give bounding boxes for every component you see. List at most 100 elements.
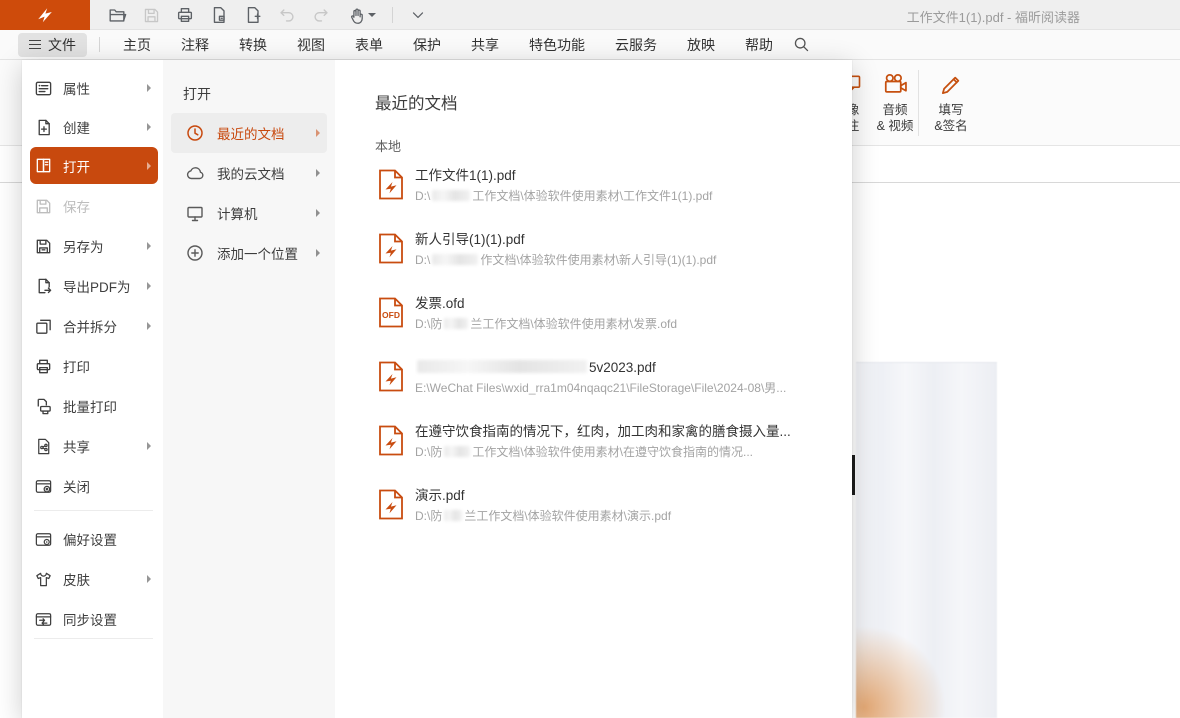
menu-item-save-as[interactable]: 另存为 xyxy=(30,226,158,266)
add-place-icon xyxy=(185,243,205,263)
menu-item-close[interactable]: 关闭 xyxy=(30,466,158,506)
save-as-icon xyxy=(34,237,53,256)
file-name: 工作文件1(1).pdf xyxy=(415,166,828,186)
title-bar: 工作文件1(1).pdf - 福昕阅读器 xyxy=(0,0,1180,30)
redo-icon[interactable] xyxy=(304,2,338,28)
app-logo[interactable] xyxy=(0,0,90,30)
menu-item-combine-split[interactable]: 合并拆分 xyxy=(30,306,158,346)
menu-item-save[interactable]: 保存 xyxy=(30,186,158,226)
submenu-arrow-icon xyxy=(147,282,151,290)
menu-item-properties[interactable]: 属性 xyxy=(30,68,158,108)
search-icon[interactable] xyxy=(792,35,811,54)
tab-form[interactable]: 表单 xyxy=(340,30,398,60)
tab-present[interactable]: 放映 xyxy=(672,30,730,60)
recent-file-item[interactable]: OFD 发票.ofd D:\防兰工作文档\体验软件使用素材\发票.ofd xyxy=(363,294,832,346)
menu-item-open[interactable]: 打开 xyxy=(30,147,158,184)
preferences-icon xyxy=(34,530,53,549)
submenu-arrow-icon xyxy=(316,169,320,177)
recent-file-item[interactable]: 5v2023.pdf E:\WeChat Files\wxid_rra1m04n… xyxy=(363,358,832,410)
clock-icon xyxy=(185,123,205,143)
tab-view[interactable]: 视图 xyxy=(282,30,340,60)
recent-file-item[interactable]: 演示.pdf D:\防兰工作文档\体验软件使用素材\演示.pdf xyxy=(363,486,832,538)
close-document-icon xyxy=(34,477,53,496)
submenu-arrow-icon xyxy=(147,123,151,131)
menu-item-print[interactable]: 打印 xyxy=(30,346,158,386)
submenu-arrow-icon xyxy=(147,442,151,450)
file-path: D:\防工作文档\体验软件使用素材\在遵守饮食指南的情况... xyxy=(415,442,828,463)
tab-protect[interactable]: 保护 xyxy=(398,30,456,60)
file-name: 5v2023.pdf xyxy=(415,358,828,378)
share-icon xyxy=(34,437,53,456)
foxit-pdf-file-icon xyxy=(378,489,404,520)
hamburger-icon xyxy=(29,37,41,52)
file-path: D:\工作文档\体验软件使用素材\工作文件1(1).pdf xyxy=(415,186,828,207)
menu-item-batch-print[interactable]: 批量打印 xyxy=(30,386,158,426)
recent-file-item[interactable]: 新人引导(1)(1).pdf D:\作文档\体验软件使用素材\新人引导(1)(1… xyxy=(363,230,832,282)
open-panel-header: 打开 xyxy=(183,84,211,104)
foxit-pdf-file-icon xyxy=(378,169,404,200)
file-path: D:\作文档\体验软件使用素材\新人引导(1)(1).pdf xyxy=(415,250,828,271)
open-item-cloud-documents[interactable]: 我的云文档 xyxy=(171,153,327,193)
file-name: 发票.ofd xyxy=(415,294,828,314)
video-camera-icon xyxy=(880,68,910,102)
open-item-recent-documents[interactable]: 最近的文档 xyxy=(171,113,327,153)
tab-comment[interactable]: 注释 xyxy=(166,30,224,60)
undo-icon[interactable] xyxy=(270,2,304,28)
submenu-arrow-icon xyxy=(147,242,151,250)
open-item-computer[interactable]: 计算机 xyxy=(171,193,327,233)
combine-split-icon xyxy=(34,317,53,336)
ofd-file-icon: OFD xyxy=(378,297,404,328)
menu-item-share[interactable]: 共享 xyxy=(30,426,158,466)
menu-item-skin[interactable]: 皮肤 xyxy=(30,559,158,599)
more-tools-icon[interactable] xyxy=(401,2,435,28)
menu-item-sync-settings[interactable]: 同步设置 xyxy=(30,599,158,639)
ribbon-fragment: 像 注 音频 & 视频 填写 &签名 xyxy=(852,60,1180,146)
submenu-arrow-icon xyxy=(147,84,151,92)
print-icon xyxy=(34,357,53,376)
file-menu-button[interactable]: 文件 xyxy=(18,33,87,57)
hand-tool-icon[interactable] xyxy=(338,2,384,28)
foxit-pdf-file-icon xyxy=(378,425,404,456)
submenu-arrow-icon xyxy=(316,249,320,257)
tab-help[interactable]: 帮助 xyxy=(730,30,788,60)
tab-special-features[interactable]: 特色功能 xyxy=(514,30,600,60)
save-icon[interactable] xyxy=(134,2,168,28)
create-new-icon[interactable] xyxy=(236,2,270,28)
page-organize-icon[interactable] xyxy=(202,2,236,28)
recent-documents-header: 最近的文档 xyxy=(375,90,458,114)
audio-video-button[interactable]: 音频 & 视频 xyxy=(868,68,922,140)
recent-file-item[interactable]: 在遵守饮食指南的情况下，红肉，加工肉和家禽的膳食摄入量... D:\防工作文档\… xyxy=(363,422,832,474)
batch-print-icon xyxy=(34,397,53,416)
open-panel: 打开 最近的文档 我的云文档 计算机 添加一个位置 xyxy=(163,60,335,718)
file-path: D:\防兰工作文档\体验软件使用素材\发票.ofd xyxy=(415,314,828,335)
file-name: 演示.pdf xyxy=(415,486,828,506)
file-name: 新人引导(1)(1).pdf xyxy=(415,230,828,250)
recent-documents-panel: 最近的文档 本地 工作文件1(1).pdf D:\工作文档\体验软件使用素材\工… xyxy=(335,60,852,718)
skin-icon xyxy=(34,570,53,589)
file-path: D:\防兰工作文档\体验软件使用素材\演示.pdf xyxy=(415,506,828,527)
open-file-icon[interactable] xyxy=(100,2,134,28)
menu-item-create[interactable]: 创建 xyxy=(30,107,158,147)
submenu-arrow-icon xyxy=(316,129,320,137)
foxit-pdf-file-icon xyxy=(378,361,404,392)
open-icon xyxy=(34,156,53,175)
file-menu-column: 属性 创建 打开 保存 另存为 xyxy=(22,60,163,718)
menu-item-export-pdf[interactable]: 导出PDF为 xyxy=(30,266,158,306)
submenu-arrow-icon xyxy=(147,162,151,170)
tab-share[interactable]: 共享 xyxy=(456,30,514,60)
tab-home[interactable]: 主页 xyxy=(108,30,166,60)
open-item-add-place[interactable]: 添加一个位置 xyxy=(171,233,327,273)
save-icon xyxy=(34,197,53,216)
print-icon[interactable] xyxy=(168,2,202,28)
tab-cloud-service[interactable]: 云服务 xyxy=(600,30,672,60)
foxit-logo-icon xyxy=(35,5,55,25)
pencil-sign-icon xyxy=(937,68,965,102)
tab-convert[interactable]: 转换 xyxy=(224,30,282,60)
sync-settings-icon xyxy=(34,610,53,629)
submenu-arrow-icon xyxy=(147,322,151,330)
local-section-label: 本地 xyxy=(375,136,401,155)
recent-file-item[interactable]: 工作文件1(1).pdf D:\工作文档\体验软件使用素材\工作文件1(1).p… xyxy=(363,166,832,218)
fill-sign-button[interactable]: 填写 &签名 xyxy=(924,68,978,140)
file-menu-overlay: 属性 创建 打开 保存 另存为 xyxy=(22,60,852,718)
menu-item-preferences[interactable]: 偏好设置 xyxy=(30,519,158,559)
